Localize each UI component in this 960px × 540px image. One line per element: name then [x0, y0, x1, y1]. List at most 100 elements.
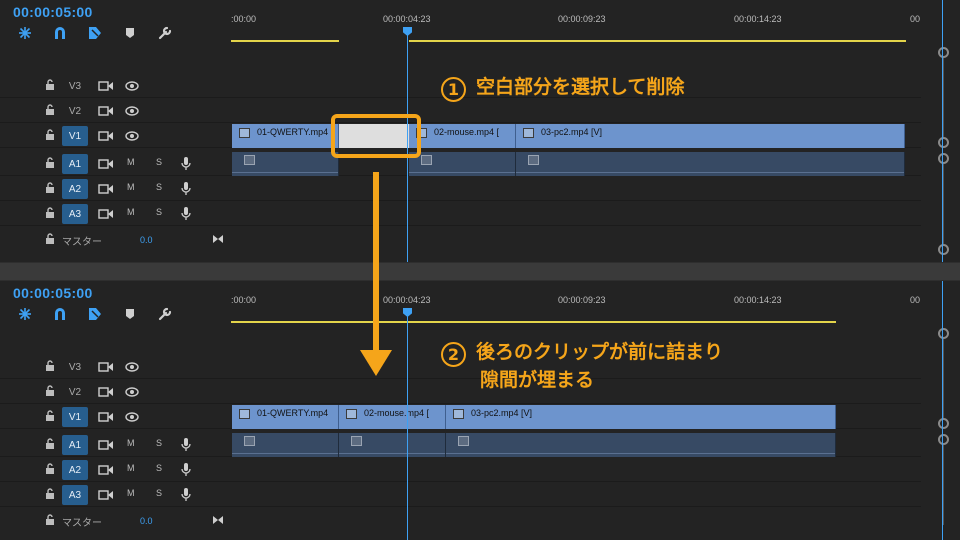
- track-label-a2[interactable]: A2: [62, 460, 88, 480]
- track-label-v3[interactable]: V3: [62, 76, 88, 96]
- scroll-handle[interactable]: [938, 137, 949, 148]
- time-ruler[interactable]: :00:00 00:00:04:23 00:00:09:23 00:00:14:…: [231, 0, 921, 74]
- scroll-handle[interactable]: [938, 434, 949, 445]
- track-label-v1[interactable]: V1: [62, 407, 88, 427]
- lane-a1[interactable]: [231, 433, 921, 457]
- ripple-snap-icon[interactable]: [14, 305, 36, 323]
- lock-icon[interactable]: [45, 104, 55, 116]
- lane-a3[interactable]: [231, 483, 921, 507]
- playhead-timecode[interactable]: 00:00:05:00: [13, 285, 93, 301]
- audio-clip[interactable]: [409, 152, 516, 176]
- scroll-handle[interactable]: [938, 328, 949, 339]
- video-clip[interactable]: 01-QWERTY.mp4: [232, 124, 339, 148]
- work-area-bar[interactable]: [231, 40, 339, 42]
- track-label-a1[interactable]: A1: [62, 154, 88, 174]
- linked-selection-icon[interactable]: [84, 305, 106, 323]
- audio-clip[interactable]: [232, 433, 339, 457]
- linked-selection-icon[interactable]: [84, 24, 106, 42]
- mic-icon[interactable]: [181, 156, 191, 171]
- playhead-timecode[interactable]: 00:00:05:00: [13, 4, 93, 20]
- sync-icon[interactable]: [98, 411, 114, 423]
- vertical-scrollbar[interactable]: [921, 0, 960, 262]
- sync-icon[interactable]: [98, 439, 114, 451]
- mute-button[interactable]: M: [127, 463, 135, 473]
- marker-icon[interactable]: [119, 305, 141, 323]
- lock-icon[interactable]: [45, 410, 55, 422]
- lock-icon[interactable]: [45, 463, 55, 475]
- vertical-scrollbar[interactable]: [921, 281, 960, 540]
- mic-icon[interactable]: [181, 181, 191, 196]
- video-clip[interactable]: 02-mouse.mp4 [: [339, 405, 446, 429]
- track-label-a2[interactable]: A2: [62, 179, 88, 199]
- magnet-icon[interactable]: [49, 24, 71, 42]
- lane-a2[interactable]: [231, 177, 921, 201]
- lock-icon[interactable]: [45, 233, 55, 245]
- mute-button[interactable]: M: [127, 488, 135, 498]
- master-end-icon[interactable]: [212, 234, 224, 244]
- sync-icon[interactable]: [98, 361, 114, 373]
- track-label-a3[interactable]: A3: [62, 485, 88, 505]
- video-clip[interactable]: 01-QWERTY.mp4: [232, 405, 339, 429]
- solo-button[interactable]: S: [156, 463, 162, 473]
- mute-button[interactable]: M: [127, 207, 135, 217]
- audio-clip[interactable]: [516, 152, 905, 176]
- audio-clip[interactable]: [339, 433, 446, 457]
- sync-icon[interactable]: [98, 489, 114, 501]
- video-clip[interactable]: 02-mouse.mp4 [: [409, 124, 516, 148]
- master-volume[interactable]: 0.0: [140, 235, 153, 245]
- track-label-a3[interactable]: A3: [62, 204, 88, 224]
- eye-icon[interactable]: [125, 81, 139, 91]
- work-area-bar[interactable]: [231, 321, 836, 323]
- mic-icon[interactable]: [181, 206, 191, 221]
- lock-icon[interactable]: [45, 360, 55, 372]
- lock-icon[interactable]: [45, 157, 55, 169]
- solo-button[interactable]: S: [156, 182, 162, 192]
- work-area-bar[interactable]: [409, 40, 906, 42]
- sync-icon[interactable]: [98, 105, 114, 117]
- track-label-a1[interactable]: A1: [62, 435, 88, 455]
- eye-icon[interactable]: [125, 362, 139, 372]
- mic-icon[interactable]: [181, 437, 191, 452]
- solo-button[interactable]: S: [156, 207, 162, 217]
- lane-v1[interactable]: 01-QWERTY.mp4 02-mouse.mp4 [ 03-pc2.mp4 …: [231, 405, 921, 429]
- lock-icon[interactable]: [45, 129, 55, 141]
- lock-icon[interactable]: [45, 514, 55, 526]
- solo-button[interactable]: S: [156, 488, 162, 498]
- master-volume[interactable]: 0.0: [140, 516, 153, 526]
- mute-button[interactable]: M: [127, 157, 135, 167]
- mute-button[interactable]: M: [127, 438, 135, 448]
- solo-button[interactable]: S: [156, 438, 162, 448]
- scroll-handle[interactable]: [938, 418, 949, 429]
- marker-icon[interactable]: [119, 24, 141, 42]
- sync-icon[interactable]: [98, 158, 114, 170]
- sync-icon[interactable]: [98, 183, 114, 195]
- eye-icon[interactable]: [125, 106, 139, 116]
- sync-icon[interactable]: [98, 80, 114, 92]
- ripple-snap-icon[interactable]: [14, 24, 36, 42]
- scroll-handle[interactable]: [938, 47, 949, 58]
- master-end-icon[interactable]: [212, 515, 224, 525]
- sync-icon[interactable]: [98, 464, 114, 476]
- lock-icon[interactable]: [45, 438, 55, 450]
- track-label-v2[interactable]: V2: [62, 382, 88, 402]
- sync-icon[interactable]: [98, 130, 114, 142]
- audio-clip[interactable]: [232, 152, 339, 176]
- lock-icon[interactable]: [45, 182, 55, 194]
- lock-icon[interactable]: [45, 385, 55, 397]
- track-label-v2[interactable]: V2: [62, 101, 88, 121]
- magnet-icon[interactable]: [49, 305, 71, 323]
- wrench-icon[interactable]: [154, 24, 176, 42]
- mic-icon[interactable]: [181, 462, 191, 477]
- mic-icon[interactable]: [181, 487, 191, 502]
- video-clip[interactable]: 03-pc2.mp4 [V]: [516, 124, 905, 148]
- track-label-v1[interactable]: V1: [62, 126, 88, 146]
- playhead-line[interactable]: [407, 311, 408, 540]
- lock-icon[interactable]: [45, 207, 55, 219]
- eye-icon[interactable]: [125, 131, 139, 141]
- lock-icon[interactable]: [45, 79, 55, 91]
- eye-icon[interactable]: [125, 387, 139, 397]
- lane-a3[interactable]: [231, 202, 921, 226]
- solo-button[interactable]: S: [156, 157, 162, 167]
- video-clip[interactable]: 03-pc2.mp4 [V]: [446, 405, 836, 429]
- wrench-icon[interactable]: [154, 305, 176, 323]
